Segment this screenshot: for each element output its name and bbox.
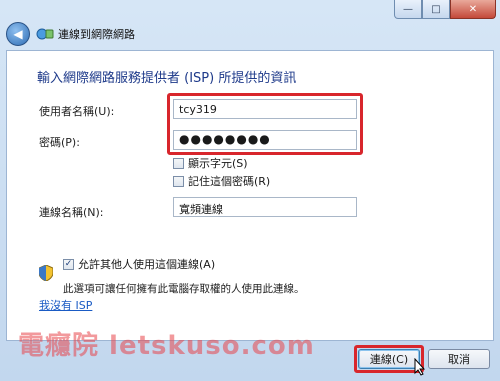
network-globe-icon xyxy=(36,27,54,41)
maximize-button[interactable]: □ xyxy=(422,0,450,19)
allow-others-checkbox[interactable]: ✓ xyxy=(63,258,74,270)
show-chars-checkbox[interactable] xyxy=(173,157,184,169)
allow-others-label: 允許其他人使用這個連線(A) xyxy=(78,258,216,271)
show-chars-label: 顯示字元(S) xyxy=(188,157,248,170)
wizard-navbar: ◀ 連線到網際網路 xyxy=(6,22,494,46)
highlight-box xyxy=(167,93,363,155)
remember-password-label: 記住這個密碼(R) xyxy=(188,175,271,188)
username-label: 使用者名稱(U): xyxy=(39,105,115,118)
window-title: 連線到網際網路 xyxy=(58,28,135,41)
remember-password-checkbox[interactable] xyxy=(173,175,184,187)
remember-password-row[interactable]: 記住這個密碼(R) xyxy=(173,173,270,189)
back-arrow-icon[interactable]: ◀ xyxy=(6,22,30,46)
close-button[interactable]: ✕ xyxy=(450,0,496,19)
uac-shield-icon xyxy=(39,265,53,281)
allow-others-note: 此選項可讓任何擁有此電腦存取權的人使用此連線。 xyxy=(63,283,305,295)
page-heading: 輸入網際網路服務提供者 (ISP) 所提供的資訊 xyxy=(37,71,297,86)
wizard-content: 輸入網際網路服務提供者 (ISP) 所提供的資訊 使用者名稱(U): tcy31… xyxy=(6,50,494,341)
wizard-window: — □ ✕ ◀ 連線到網際網路 輸入網際網路服務提供者 (ISP) 所提供的資訊… xyxy=(0,0,500,381)
connection-name-field[interactable]: 寬頻連線 xyxy=(173,197,357,217)
no-isp-link[interactable]: 我沒有 ISP xyxy=(39,297,92,313)
minimize-button[interactable]: — xyxy=(394,0,422,19)
cancel-button[interactable]: 取消 xyxy=(428,349,490,369)
password-label: 密碼(P): xyxy=(39,136,80,149)
window-controls: — □ ✕ xyxy=(394,0,496,20)
mouse-pointer-icon xyxy=(414,358,426,376)
allow-others-row[interactable]: ✓ 允許其他人使用這個連線(A) xyxy=(63,256,215,272)
connection-name-label: 連線名稱(N): xyxy=(39,206,104,219)
show-chars-row[interactable]: 顯示字元(S) xyxy=(173,155,248,171)
watermark-logo: 電癮院 letskuso.com xyxy=(18,331,315,361)
